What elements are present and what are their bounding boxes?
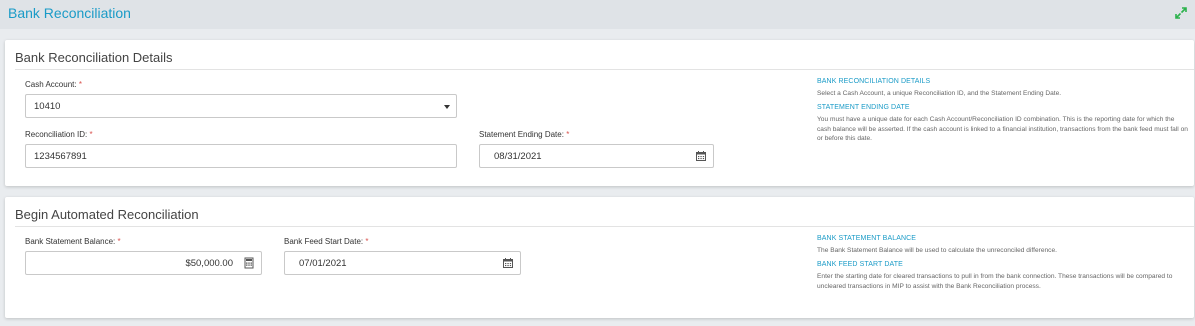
divider [15, 226, 1194, 227]
bank-statement-balance-label-text: Bank Statement Balance: [25, 237, 116, 246]
bank-feed-start-date-input[interactable]: 07/01/2021 [284, 251, 521, 275]
bank-statement-balance-label: Bank Statement Balance: * [25, 237, 121, 246]
bank-feed-start-date-label: Bank Feed Start Date: * [284, 237, 369, 246]
help-text: Select a Cash Account, a unique Reconcil… [817, 90, 1062, 97]
help-heading: BANK FEED START DATE [817, 261, 903, 269]
details-help: BANK RECONCILIATION DETAILS Select a Cas… [817, 78, 1189, 149]
bank-feed-start-date-label-text: Bank Feed Start Date: [284, 237, 364, 246]
page-header: Bank Reconciliation [0, 0, 1195, 29]
automated-panel: Begin Automated Reconciliation Bank Stat… [5, 197, 1194, 318]
help-text: You must have a unique date for each Cas… [817, 116, 1188, 142]
cash-account-select[interactable]: 10410 [25, 94, 457, 118]
expand-arrows-icon[interactable] [1174, 6, 1188, 20]
details-panel-title: Bank Reconciliation Details [15, 50, 173, 65]
reconciliation-id-input[interactable]: 1234567891 [25, 144, 457, 168]
chevron-down-icon[interactable] [444, 105, 450, 109]
help-heading: STATEMENT ENDING DATE [817, 104, 910, 112]
bank-statement-balance-input[interactable]: $50,000.00 [25, 251, 262, 275]
help-heading: BANK RECONCILIATION DETAILS [817, 78, 931, 85]
required-marker: * [117, 237, 121, 246]
statement-ending-date-label-text: Statement Ending Date: [479, 130, 564, 139]
cash-account-label: Cash Account: * [25, 80, 82, 89]
required-marker: * [566, 130, 570, 139]
automated-panel-title: Begin Automated Reconciliation [15, 207, 199, 222]
details-panel: Bank Reconciliation Details Cash Account… [5, 40, 1194, 186]
reconciliation-id-value: 1234567891 [34, 151, 87, 162]
reconciliation-id-label: Reconciliation ID: * [25, 130, 93, 139]
bank-feed-start-date-value: 07/01/2021 [299, 258, 347, 269]
bank-statement-balance-value: $50,000.00 [185, 258, 233, 269]
reconciliation-id-label-text: Reconciliation ID: [25, 130, 88, 139]
help-text: The Bank Statement Balance will be used … [817, 247, 1057, 254]
cash-account-value: 10410 [34, 101, 61, 112]
required-marker: * [78, 80, 82, 89]
required-marker: * [365, 237, 369, 246]
statement-ending-date-label: Statement Ending Date: * [479, 130, 569, 139]
help-heading: BANK STATEMENT BALANCE [817, 235, 917, 242]
calendar-icon[interactable] [502, 257, 514, 269]
required-marker: * [89, 130, 93, 139]
automated-help: BANK STATEMENT BALANCE The Bank Statemen… [817, 235, 1189, 297]
divider [15, 69, 1194, 70]
page-title: Bank Reconciliation [8, 5, 131, 21]
calendar-icon[interactable] [695, 150, 707, 162]
statement-ending-date-value: 08/31/2021 [494, 151, 542, 162]
statement-ending-date-input[interactable]: 08/31/2021 [479, 144, 714, 168]
calculator-icon[interactable] [243, 257, 255, 269]
cash-account-label-text: Cash Account: [25, 80, 77, 89]
help-text: Enter the starting date for cleared tran… [817, 273, 1173, 290]
